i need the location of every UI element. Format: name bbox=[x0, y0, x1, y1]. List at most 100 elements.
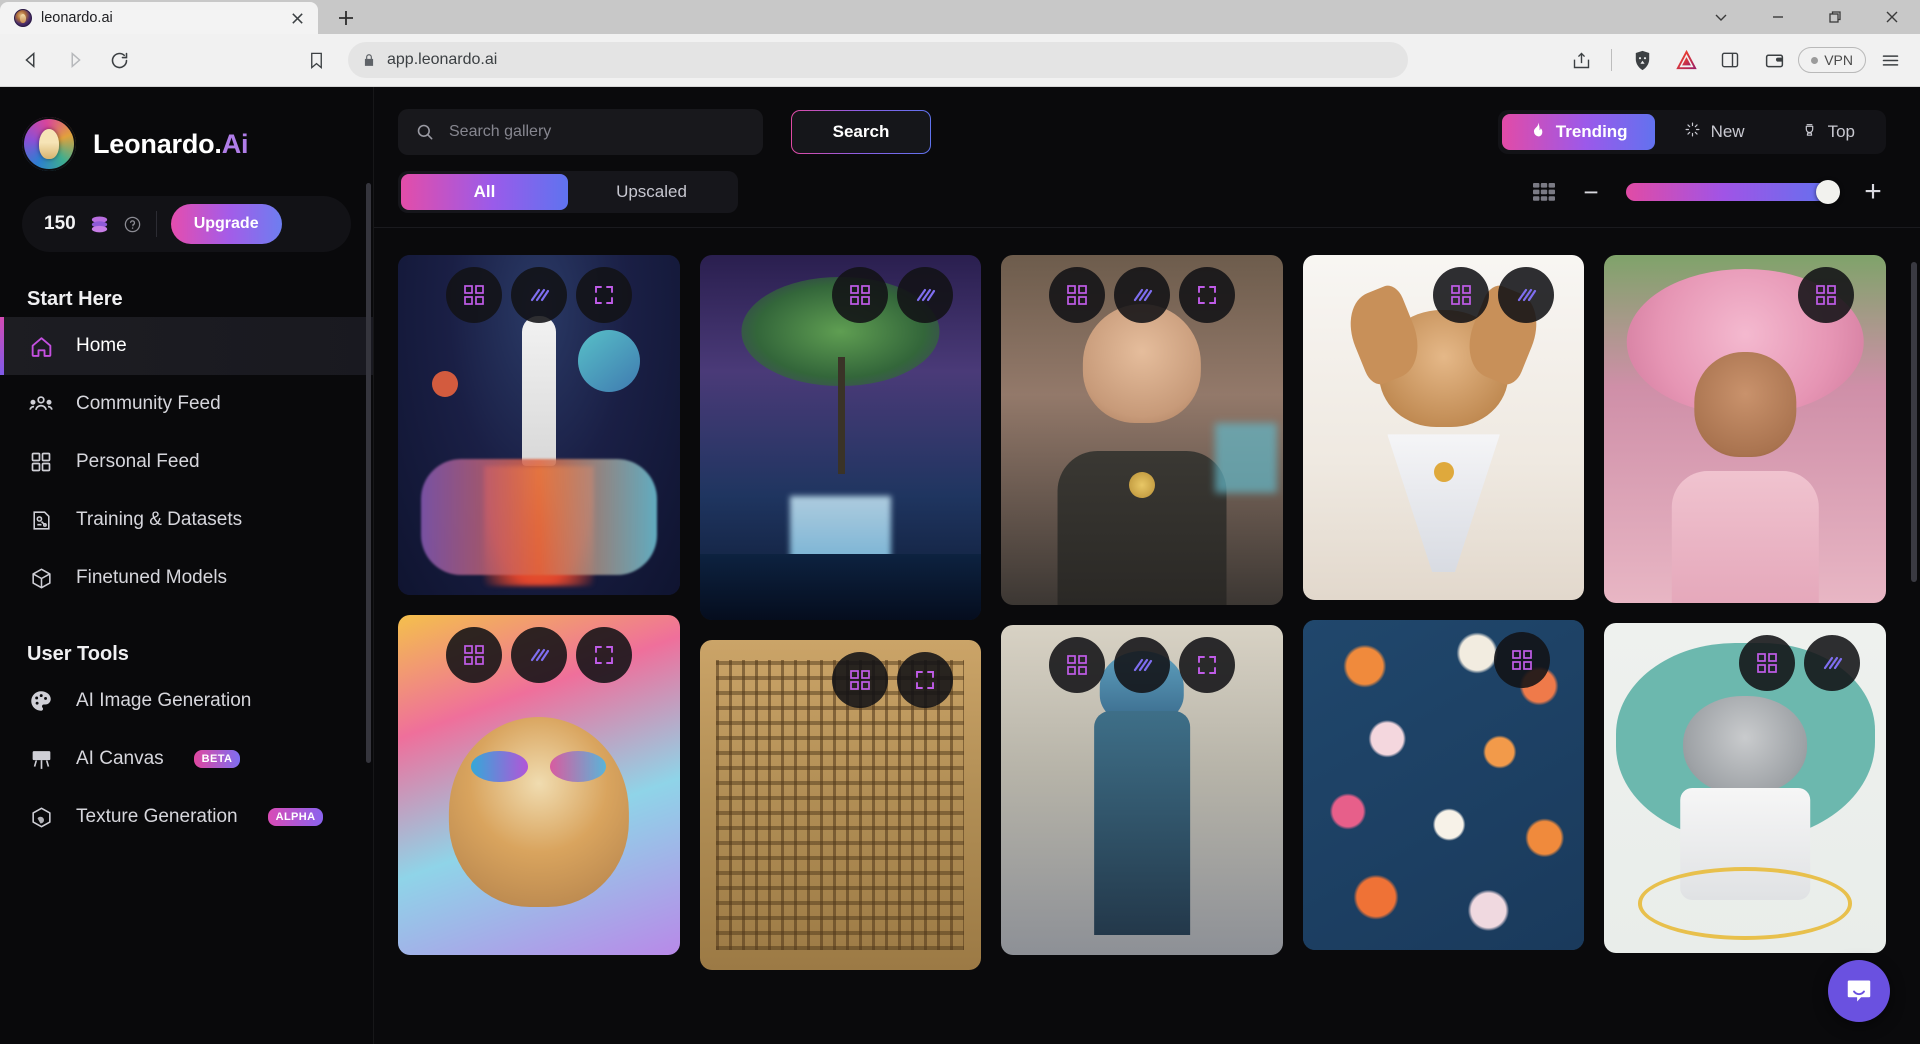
brave-lion-shield-icon[interactable] bbox=[1622, 40, 1662, 80]
motion-lines-icon[interactable] bbox=[1113, 637, 1170, 693]
sidebar-item-home[interactable]: Home bbox=[0, 317, 373, 375]
zoom-in-button[interactable]: + bbox=[1860, 177, 1886, 207]
sort-option-top[interactable]: Top bbox=[1774, 114, 1882, 150]
browser-tab-title: leonardo.ai bbox=[41, 10, 113, 26]
expand-fullscreen-icon[interactable] bbox=[897, 652, 954, 708]
beta-badge: BETA bbox=[193, 750, 241, 768]
hamburger-menu-icon[interactable] bbox=[1870, 40, 1910, 80]
motion-lines-icon[interactable] bbox=[1113, 267, 1170, 323]
sidebar-panel-icon[interactable] bbox=[1710, 40, 1750, 80]
gallery-card[interactable] bbox=[398, 255, 680, 595]
sidebar-item-ai-canvas[interactable]: AI Canvas BETA bbox=[0, 730, 373, 788]
easel-icon bbox=[27, 745, 55, 773]
filter-tab-upscaled[interactable]: Upscaled bbox=[568, 174, 735, 210]
card-overlay-actions bbox=[1001, 637, 1283, 693]
search-input[interactable] bbox=[449, 123, 746, 141]
expand-fullscreen-icon[interactable] bbox=[1178, 267, 1235, 323]
gallery-card[interactable] bbox=[398, 615, 680, 955]
zoom-out-button[interactable]: − bbox=[1578, 179, 1604, 205]
forward-arrow-icon[interactable] bbox=[54, 39, 96, 81]
sidebar-item-label: Personal Feed bbox=[76, 451, 200, 472]
motion-lines-icon[interactable] bbox=[510, 267, 567, 323]
flame-icon bbox=[1529, 121, 1546, 143]
remix-icon[interactable] bbox=[1494, 632, 1551, 688]
search-bar[interactable] bbox=[398, 109, 763, 155]
expand-fullscreen-icon[interactable] bbox=[575, 627, 632, 683]
remix-icon[interactable] bbox=[1433, 267, 1490, 323]
texture-cube-icon bbox=[27, 803, 55, 831]
remix-icon[interactable] bbox=[1048, 267, 1105, 323]
brave-rewards-triangle-icon[interactable] bbox=[1666, 40, 1706, 80]
remix-icon[interactable] bbox=[445, 627, 502, 683]
vpn-button[interactable]: VPN bbox=[1798, 47, 1866, 73]
motion-lines-icon[interactable] bbox=[510, 627, 567, 683]
grid-density-icon[interactable] bbox=[1532, 181, 1556, 203]
remix-icon[interactable] bbox=[832, 267, 889, 323]
sidebar-section-user-tools: User Tools bbox=[27, 643, 129, 665]
brand-header[interactable]: Leonardo.Ai bbox=[0, 87, 373, 171]
sidebar-scrollbar[interactable] bbox=[366, 183, 371, 763]
bookmark-icon[interactable] bbox=[294, 39, 338, 81]
new-tab-button[interactable] bbox=[320, 2, 372, 34]
gallery-card[interactable] bbox=[699, 640, 982, 970]
close-tab-icon[interactable] bbox=[286, 7, 308, 29]
browser-tab[interactable]: leonardo.ai bbox=[0, 2, 318, 34]
zoom-controls: − + bbox=[1532, 177, 1886, 207]
sort-option-new[interactable]: New bbox=[1657, 114, 1772, 150]
omnibox[interactable]: app.leonardo.ai bbox=[348, 42, 1408, 78]
sidebar-item-personal-feed[interactable]: Personal Feed bbox=[0, 433, 373, 491]
motion-lines-icon[interactable] bbox=[1498, 267, 1555, 323]
sidebar-item-community-feed[interactable]: Community Feed bbox=[0, 375, 373, 433]
sort-option-trending[interactable]: Trending bbox=[1501, 114, 1655, 150]
gallery-toolbar: Search Trending New bbox=[374, 87, 1920, 228]
sidebar-item-label: Home bbox=[76, 335, 127, 356]
gallery-card[interactable] bbox=[699, 255, 982, 620]
upgrade-button[interactable]: Upgrade bbox=[170, 204, 282, 244]
remix-icon[interactable] bbox=[445, 267, 502, 323]
wallet-icon[interactable] bbox=[1754, 40, 1794, 80]
motion-lines-icon[interactable] bbox=[897, 267, 954, 323]
leonardo-logo-icon bbox=[22, 117, 76, 171]
gallery-card[interactable] bbox=[1001, 255, 1283, 605]
gallery-card[interactable] bbox=[1302, 255, 1585, 600]
restore-icon[interactable] bbox=[1806, 0, 1863, 34]
zoom-slider[interactable] bbox=[1626, 180, 1840, 204]
reload-icon[interactable] bbox=[98, 39, 140, 81]
intercom-chat-icon[interactable] bbox=[1828, 960, 1890, 1022]
remix-icon[interactable] bbox=[832, 652, 889, 708]
sidebar-item-texture-generation[interactable]: Texture Generation ALPHA bbox=[0, 788, 373, 846]
remix-icon[interactable] bbox=[1797, 267, 1854, 323]
filter-tab-all[interactable]: All bbox=[401, 174, 568, 210]
back-arrow-icon[interactable] bbox=[10, 39, 52, 81]
alpha-badge: ALPHA bbox=[267, 808, 324, 826]
sidebar-item-finetuned-models[interactable]: Finetuned Models bbox=[0, 549, 373, 607]
search-button[interactable]: Search bbox=[791, 110, 931, 154]
gallery-card[interactable] bbox=[1001, 625, 1283, 955]
sidebar-item-label: Texture Generation bbox=[76, 806, 238, 827]
expand-fullscreen-icon[interactable] bbox=[1178, 637, 1235, 693]
close-icon[interactable] bbox=[1863, 0, 1920, 34]
expand-fullscreen-icon[interactable] bbox=[575, 267, 632, 323]
motion-lines-icon[interactable] bbox=[1803, 635, 1860, 691]
sidebar: Leonardo.Ai 150 Upgrade Start Here Home … bbox=[0, 87, 374, 1044]
sparkle-icon bbox=[1684, 121, 1701, 143]
chevron-down-icon[interactable] bbox=[1692, 0, 1749, 34]
help-circle-icon[interactable] bbox=[123, 215, 142, 234]
sidebar-item-training-datasets[interactable]: Training & Datasets bbox=[0, 491, 373, 549]
remix-icon[interactable] bbox=[1048, 637, 1105, 693]
share-icon[interactable] bbox=[1561, 40, 1601, 80]
gallery-scrollbar[interactable] bbox=[1911, 262, 1917, 582]
grid-squares-icon bbox=[27, 448, 55, 476]
card-overlay-actions bbox=[700, 652, 982, 708]
vpn-label: VPN bbox=[1824, 52, 1853, 68]
coin-stack-icon bbox=[88, 214, 111, 235]
gallery-card[interactable] bbox=[1604, 623, 1886, 953]
gallery-card[interactable] bbox=[1302, 620, 1585, 950]
zoom-slider-knob[interactable] bbox=[1816, 180, 1840, 204]
minimize-icon[interactable] bbox=[1749, 0, 1806, 34]
sort-toggle-group: Trending New Top bbox=[1497, 110, 1886, 154]
gallery-card[interactable] bbox=[1604, 255, 1886, 603]
trophy-icon bbox=[1801, 121, 1818, 143]
sidebar-item-ai-image-generation[interactable]: AI Image Generation bbox=[0, 672, 373, 730]
remix-icon[interactable] bbox=[1738, 635, 1795, 691]
